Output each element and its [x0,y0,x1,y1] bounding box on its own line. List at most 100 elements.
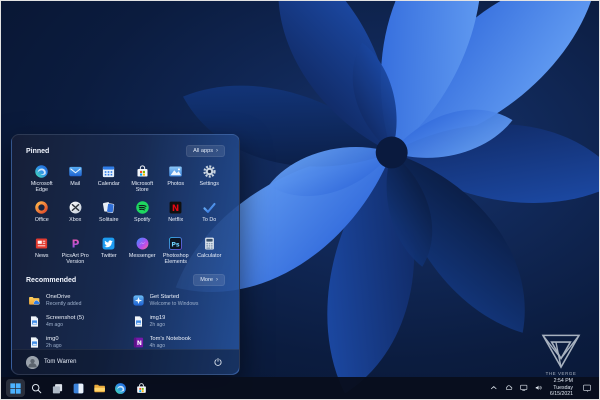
recommended-item-onedrive[interactable]: OneDrive Recently added [25,291,123,310]
recommended-title: Get Started [149,294,180,300]
taskbar-widgets-button[interactable] [69,379,88,397]
pinned-app-spotify[interactable]: Spotify [126,198,160,231]
app-label: Calculator [197,253,222,259]
pinned-app-calendar[interactable]: Calendar [92,162,126,195]
app-label: Office [34,217,49,223]
network-icon [519,383,529,393]
verge-logo-icon [532,326,590,373]
all-apps-button[interactable]: All apps › [186,145,225,157]
mail-icon [68,164,83,179]
recommended-title: Screenshot (5) [46,315,85,321]
notification-center-button[interactable] [579,380,594,396]
notification-icon [582,383,592,393]
more-label: More [200,277,213,283]
tray-date: 6/15/2021 [549,391,573,398]
pinned-app-office[interactable]: Office [25,198,59,231]
recommended-subtitle: 2h ago [149,322,166,328]
recommended-item-get-started[interactable]: Get Started Welcome to Windows [129,291,227,310]
recommended-item-img19[interactable]: img19 2h ago [129,312,227,331]
desktop: THE VERGE Pinned All apps › Microsoft Ed… [0,0,600,400]
spotify-icon [135,200,150,215]
picsart-icon [68,236,83,251]
clock-button[interactable]: 2:54 PM Tuesday 6/15/2021 [550,378,573,398]
calculator-icon [202,236,217,251]
volume-icon [534,383,544,393]
pinned-app-twitter[interactable]: Twitter [92,234,126,267]
chevron-right-icon: › [216,148,218,154]
pinned-app-picsart-pro-version[interactable]: PicsArt Pro Version [59,234,93,267]
settings-icon [202,164,217,179]
calendar-icon [101,164,116,179]
messenger-icon [135,236,150,251]
taskview-icon [51,382,64,395]
recommended-title: OneDrive [46,294,71,300]
folder-icon [93,382,106,395]
pinned-app-photoshop-elements[interactable]: Photoshop Elements [159,234,193,267]
search-icon [30,382,43,395]
recommended-items-grid: OneDrive Recently added Get Started Welc… [25,291,226,352]
user-avatar [26,355,39,369]
twitter-icon [101,236,116,251]
solitaire-icon [101,200,116,215]
pinned-app-calculator[interactable]: Calculator [193,234,227,267]
tray-network[interactable] [517,381,530,395]
store-icon [135,164,150,179]
store-icon [135,382,148,395]
taskbar-buttons [6,379,151,397]
taskbar-task-view-button[interactable] [48,379,67,397]
onedrive-icon [28,294,41,307]
pinned-app-to-do[interactable]: To Do [193,198,227,231]
taskbar-search-button[interactable] [27,379,46,397]
more-button[interactable]: More › [193,274,225,286]
tray-hidden-icons-chevron[interactable] [487,381,500,395]
tray-day: Tuesday [553,384,573,391]
pinned-app-photos[interactable]: Photos [159,162,193,195]
app-label: Photos [167,181,185,187]
image-file-icon [28,336,41,349]
pinned-app-settings[interactable]: Settings [193,162,227,195]
app-label: Messenger [128,253,156,259]
get-started-icon [132,294,145,307]
onenote-icon [132,336,145,349]
power-button[interactable] [211,355,225,369]
user-account-button[interactable]: Tom Warren [26,355,77,369]
recommended-item-screenshot-5[interactable]: Screenshot (5) 4m ago [25,312,123,331]
todo-icon [202,200,217,215]
pinned-app-microsoft-edge[interactable]: Microsoft Edge [25,162,59,195]
taskbar: 2:54 PM Tuesday 6/15/2021 [1,377,599,399]
pinned-app-xbox[interactable]: Xbox [59,198,93,231]
recommended-title: img19 [149,315,166,321]
pinned-app-solitaire[interactable]: Solitaire [92,198,126,231]
avatar-icon [26,356,39,369]
app-label: Netflix [168,217,184,223]
pinned-app-microsoft-store[interactable]: Microsoft Store [126,162,160,195]
app-label: To Do [202,217,217,223]
tray-onedrive[interactable] [502,381,515,395]
news-icon [34,236,49,251]
win-icon [9,382,22,395]
app-label: PicsArt Pro Version [61,253,89,266]
taskbar-file-explorer-button[interactable] [90,379,109,397]
all-apps-label: All apps [193,148,213,154]
office-icon [34,200,49,215]
start-menu: Pinned All apps › Microsoft Edge Mail Ca… [11,134,240,375]
app-label: Twitter [100,253,117,259]
taskbar-edge-button[interactable] [111,379,130,397]
app-label: Settings [199,181,219,187]
widgets-icon [72,382,85,395]
pinned-app-messenger[interactable]: Messenger [126,234,160,267]
chevron-up-icon [489,383,499,393]
app-label: Microsoft Edge [30,181,53,194]
cloud-icon [504,383,514,393]
tray-time: 2:54 PM [553,377,573,384]
taskbar-start-button[interactable] [6,379,25,397]
pinned-app-mail[interactable]: Mail [59,162,93,195]
pinned-app-news[interactable]: News [25,234,59,267]
pinned-app-netflix[interactable]: Netflix [159,198,193,231]
user-name: Tom Warren [44,359,77,365]
edge-icon [114,382,127,395]
app-label: Spotify [134,217,151,223]
tray-volume[interactable] [532,381,545,395]
taskbar-store-button[interactable] [132,379,151,397]
edge-icon [34,164,49,179]
